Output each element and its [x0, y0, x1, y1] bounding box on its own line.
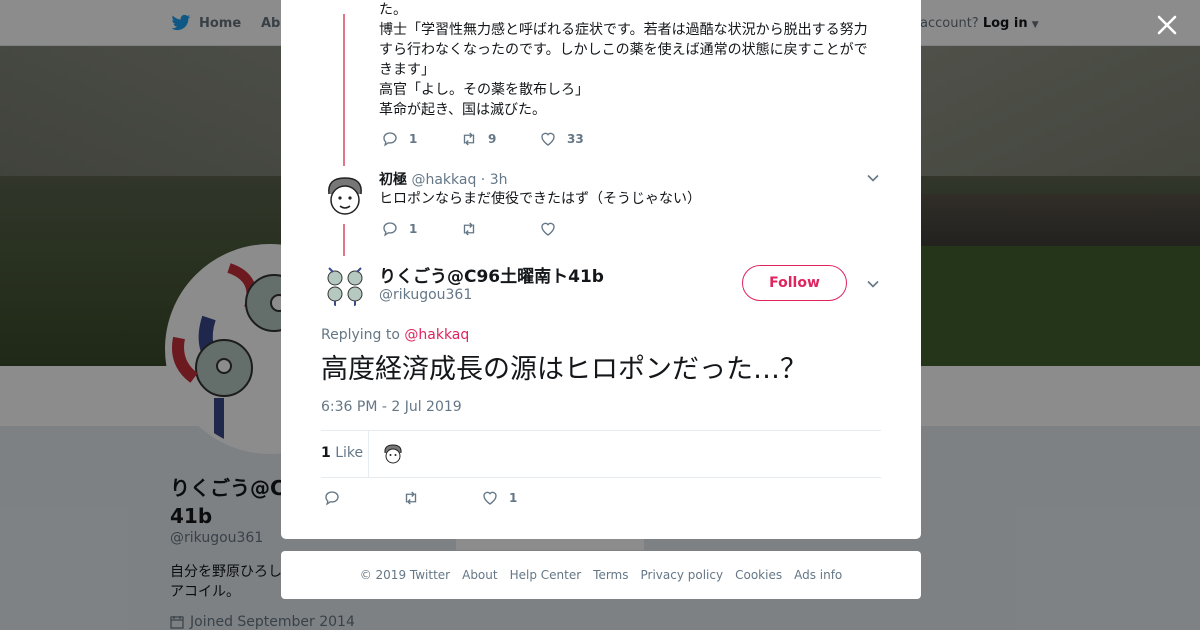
liker-avatar[interactable]: [381, 442, 405, 466]
reply-button[interactable]: [323, 489, 402, 507]
footer-link-cookies[interactable]: Cookies: [735, 568, 782, 582]
retweet-icon: [463, 132, 475, 146]
retweet-icon: [463, 222, 475, 236]
like-button[interactable]: 33: [539, 130, 618, 148]
main-author-avatar[interactable]: [321, 260, 369, 308]
chevron-down-icon[interactable]: [866, 277, 880, 291]
footer-link-help-center[interactable]: Help Center: [510, 568, 582, 582]
reply-author-name[interactable]: 初極: [379, 172, 407, 188]
reply-icon: [383, 222, 397, 237]
heart-icon: [541, 132, 555, 146]
replying-to-link[interactable]: @hakkaq: [404, 327, 469, 343]
previous-tweet-actions: 1 9 33: [381, 130, 618, 148]
main-author-name[interactable]: りくごう@C96土曜南ト41b: [379, 262, 604, 287]
stats-divider: [368, 431, 369, 478]
main-tweet-actions: 1: [323, 489, 560, 507]
previous-tweet-text: た。 博士「学習性無力感と呼ばれる症状です。若者は過酷な状況から脱出する努力 す…: [379, 2, 868, 118]
footer-copyright: © 2019 Twitter: [359, 568, 451, 582]
close-modal-button[interactable]: [1154, 12, 1180, 38]
reply-button[interactable]: 1: [381, 220, 460, 238]
heart-icon: [541, 222, 555, 236]
footer-link-ads-info[interactable]: Ads info: [794, 568, 842, 582]
reply-author-handle[interactable]: @hakkaq: [411, 172, 476, 188]
tweet-permalink-modal: た。 博士「学習性無力感と呼ばれる症状です。若者は過酷な状況から脱出する努力 す…: [281, 0, 921, 539]
thread-connector-line: [343, 14, 345, 166]
reply-time[interactable]: · 3h: [481, 172, 508, 188]
tweet-stats: 1 Like: [321, 430, 881, 478]
footer-link-about[interactable]: About: [462, 568, 497, 582]
chevron-down-icon[interactable]: [866, 171, 880, 185]
retweet-button[interactable]: [402, 489, 481, 507]
hakkaq-avatar[interactable]: [321, 172, 369, 220]
retweet-button[interactable]: [460, 220, 539, 238]
reply-icon: [325, 491, 339, 506]
reply-tweet-header: 初極 @hakkaq · 3h: [379, 169, 507, 189]
close-icon: [1157, 15, 1177, 35]
tweet-timestamp[interactable]: 6:36 PM - 2 Jul 2019: [321, 399, 462, 415]
cartoon-face-avatar-icon: [321, 172, 369, 220]
replying-to-context: Replying to @hakkaq: [321, 327, 470, 343]
main-author-handle[interactable]: @rikugou361: [379, 287, 472, 303]
follow-button[interactable]: Follow: [742, 265, 847, 301]
robot-avatar-icon: [321, 260, 369, 308]
footer-link-terms[interactable]: Terms: [593, 568, 628, 582]
retweet-button[interactable]: 9: [460, 130, 539, 148]
like-button[interactable]: [539, 220, 618, 238]
retweet-icon: [405, 491, 417, 505]
modal-footer: © 2019 Twitter About Help Center Terms P…: [281, 551, 921, 599]
cartoon-face-avatar-icon: [381, 442, 405, 466]
reply-tweet-actions: 1: [381, 220, 618, 238]
main-tweet-text: 高度経済成長の源はヒロポンだった…？: [321, 354, 807, 385]
reply-button[interactable]: 1: [381, 130, 460, 148]
thread-connector-line-2: [343, 224, 345, 256]
like-count-link[interactable]: 1 Like: [321, 445, 363, 461]
heart-icon: [483, 491, 497, 505]
footer-link-privacy[interactable]: Privacy policy: [641, 568, 724, 582]
previous-tweet-avatar[interactable]: [321, 0, 369, 8]
reply-icon: [383, 132, 397, 147]
reply-tweet-text: ヒロポンならまだ使役できたはず（そうじゃない）: [379, 191, 701, 207]
like-button[interactable]: 1: [481, 489, 560, 507]
